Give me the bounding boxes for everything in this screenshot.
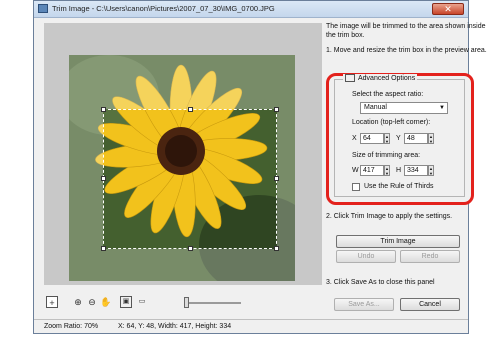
trim-handle-bottom-left[interactable] xyxy=(101,246,106,251)
trim-box[interactable] xyxy=(101,107,279,251)
size-label: Size of trimming area: xyxy=(352,152,421,159)
h-stepper[interactable]: ▲ ▼ xyxy=(428,165,434,176)
hand-icon[interactable]: ✋ xyxy=(100,296,112,308)
h-field[interactable]: 334 xyxy=(404,165,428,176)
y-stepper[interactable]: ▲ ▼ xyxy=(428,133,434,144)
zoom-slider-thumb[interactable] xyxy=(184,297,189,308)
chevron-down-icon: ▼ xyxy=(439,105,445,111)
trim-tool-icon[interactable]: + xyxy=(46,296,58,308)
step-3-text: 3. Click Save As to close this panel xyxy=(326,279,435,286)
trim-handle-right[interactable] xyxy=(274,176,279,181)
save-as-button[interactable]: Save As... xyxy=(334,298,394,311)
trim-image-button[interactable]: Trim Image xyxy=(336,235,460,248)
step-2-text: 2. Click Trim Image to apply the setting… xyxy=(326,213,453,220)
trim-handle-left[interactable] xyxy=(101,176,106,181)
status-bar: Zoom Ratio: 70% X: 64, Y: 48, Width: 417… xyxy=(34,319,468,334)
trim-handle-bottom-right[interactable] xyxy=(274,246,279,251)
preview-area[interactable] xyxy=(44,23,322,285)
step-1-text: 1. Move and resize the trim box in the p… xyxy=(326,47,487,54)
x-stepper[interactable]: ▲ ▼ xyxy=(384,133,390,144)
rule-of-thirds-checkbox[interactable] xyxy=(352,183,360,191)
trim-handle-top-left[interactable] xyxy=(101,107,106,112)
fit-to-window-icon[interactable]: ▣ xyxy=(120,296,132,308)
w-field[interactable]: 417 xyxy=(360,165,384,176)
location-label: Location (top-left corner): xyxy=(352,119,431,126)
window-title: Trim Image - C:\Users\canon\Pictures\200… xyxy=(52,4,275,13)
collapse-icon[interactable] xyxy=(345,74,355,82)
zoom-ratio-text: Zoom Ratio: 70% xyxy=(44,323,99,330)
rule-of-thirds-label: Use the Rule of Thirds xyxy=(364,183,434,190)
trim-handle-bottom[interactable] xyxy=(188,246,193,251)
zoom-in-icon[interactable]: ⊕ xyxy=(72,296,84,308)
app-icon xyxy=(38,4,48,13)
x-label: X xyxy=(352,135,357,142)
aspect-ratio-select[interactable]: Manual ▼ xyxy=(360,102,448,114)
advanced-options-label: Advanced Options xyxy=(358,74,416,82)
h-label: H xyxy=(396,167,402,174)
thumbnail-icon: ▭ xyxy=(138,298,146,305)
close-button[interactable]: ✕ xyxy=(432,3,464,15)
y-field[interactable]: 48 xyxy=(404,133,428,144)
undo-button[interactable]: Undo xyxy=(336,250,396,263)
y-label: Y xyxy=(396,135,401,142)
w-stepper[interactable]: ▲ ▼ xyxy=(384,165,390,176)
intro-text-2: the trim box. xyxy=(326,32,365,39)
intro-text-1: The image will be trimmed to the area sh… xyxy=(326,23,486,30)
title-bar: Trim Image - C:\Users\canon\Pictures\200… xyxy=(34,1,468,18)
aspect-ratio-value: Manual xyxy=(364,104,387,111)
zoom-out-icon[interactable]: ⊖ xyxy=(86,296,98,308)
trim-handle-top[interactable] xyxy=(188,107,193,112)
x-field[interactable]: 64 xyxy=(360,133,384,144)
redo-button[interactable]: Redo xyxy=(400,250,460,263)
aspect-ratio-label: Select the aspect ratio: xyxy=(352,91,424,98)
w-label: W xyxy=(352,167,359,174)
cancel-button[interactable]: Cancel xyxy=(400,298,460,311)
trim-image-window: Trim Image - C:\Users\canon\Pictures\200… xyxy=(33,0,487,334)
sunflower-photo xyxy=(69,55,295,281)
advanced-options-title[interactable]: Advanced Options xyxy=(343,74,418,82)
trim-handle-top-right[interactable] xyxy=(274,107,279,112)
zoom-slider-track[interactable] xyxy=(189,302,241,304)
selection-info-text: X: 64, Y: 48, Width: 417, Height: 334 xyxy=(118,323,232,330)
